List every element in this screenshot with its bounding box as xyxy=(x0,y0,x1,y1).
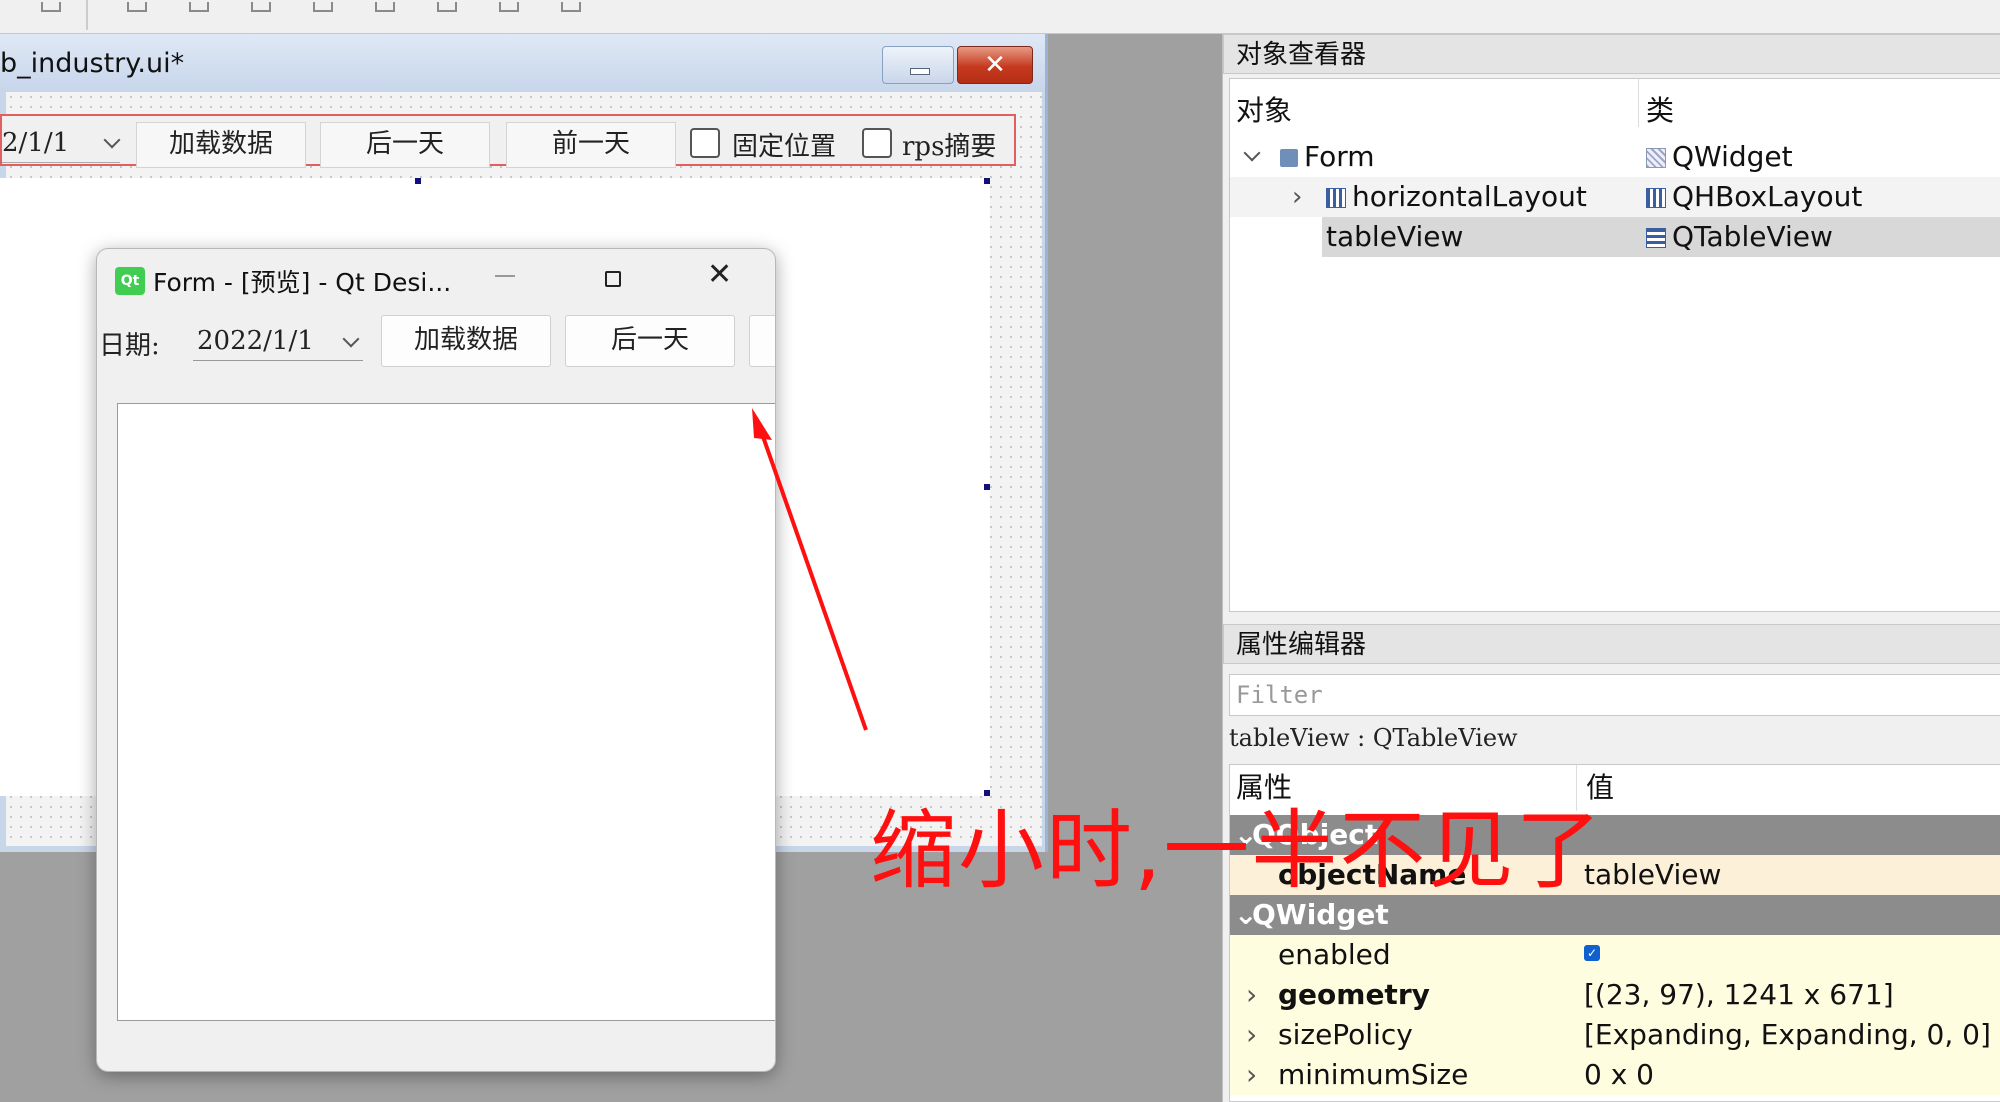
resize-handle[interactable] xyxy=(984,178,990,184)
property-label: minimumSize xyxy=(1278,1058,1469,1091)
form-icon xyxy=(1280,149,1298,167)
layout-splitter-h-icon[interactable] xyxy=(250,0,272,12)
enabled-checkbox[interactable]: ✓ xyxy=(1584,945,1600,961)
tree-row-horizontal-layout[interactable]: › horizontalLayout QHBoxLayout xyxy=(1230,177,2000,217)
close-icon: ✕ xyxy=(984,50,1006,80)
tree-row-table-view[interactable]: tableView QTableView xyxy=(1322,217,2000,257)
preview-maximize-button[interactable] xyxy=(605,271,621,287)
qt-logo-icon: Qt xyxy=(115,267,145,295)
preview-date-edit[interactable]: 2022/1/1 xyxy=(193,321,363,361)
adjust-size-icon[interactable] xyxy=(560,0,582,12)
tree-object-name: tableView xyxy=(1326,220,1464,253)
property-row-size-policy[interactable]: › sizePolicy [Expanding, Expanding, 0, 0… xyxy=(1230,1015,2000,1055)
chevron-down-icon xyxy=(103,131,121,149)
resize-handle[interactable] xyxy=(984,484,990,490)
load-data-button[interactable]: 加载数据 xyxy=(136,122,306,168)
tree-object-name: Form xyxy=(1304,140,1375,173)
save-icon[interactable] xyxy=(40,0,62,12)
property-filter-input[interactable]: Filter xyxy=(1229,674,2000,716)
property-label: geometry xyxy=(1278,978,1430,1011)
prev-day-button[interactable]: 前一天 xyxy=(506,122,676,168)
chevron-right-icon[interactable]: › xyxy=(1246,1015,1257,1055)
preview-load-data-button[interactable]: 加载数据 xyxy=(381,315,551,367)
property-value[interactable]: 0 x 0 xyxy=(1584,1055,1654,1095)
tree-object-class: QWidget xyxy=(1672,140,1793,173)
tree-object-class: QHBoxLayout xyxy=(1672,180,1863,213)
preview-prev-day-button-clipped[interactable] xyxy=(749,315,775,367)
designer-titlebar: b_industry.ui* ✕ xyxy=(0,34,1045,88)
break-layout-icon[interactable] xyxy=(498,0,520,12)
toolbar-divider xyxy=(86,0,88,30)
widget-icon xyxy=(1646,148,1666,168)
property-editor-header: 属性编辑器 xyxy=(1223,624,2000,664)
chevron-right-icon[interactable]: › xyxy=(1292,177,1302,217)
preview-next-day-button[interactable]: 后一天 xyxy=(565,315,735,367)
next-day-button[interactable]: 后一天 xyxy=(320,122,490,168)
chevron-down-icon xyxy=(342,330,360,348)
property-value[interactable]: [(23, 97), 1241 x 671] xyxy=(1584,975,1894,1015)
right-dock: 对象查看器 对象 类 Form QWidget › horizontalLayo… xyxy=(1222,34,2000,1102)
column-header-class[interactable]: 类 xyxy=(1646,89,1674,129)
property-row-enabled[interactable]: enabled ✓ xyxy=(1230,935,2000,975)
rps-summary-label: rps摘要 xyxy=(902,132,997,162)
object-inspector-tree: 对象 类 Form QWidget › horizontalLayout QHB… xyxy=(1229,78,2000,612)
object-inspector-header: 对象查看器 xyxy=(1223,34,2000,74)
designer-title: b_industry.ui* xyxy=(0,48,185,79)
annotation-text: 缩小时,一半不见了 xyxy=(870,801,1604,901)
hbox-layout-icon xyxy=(1326,188,1346,208)
main-toolbar xyxy=(0,0,2000,34)
column-header-object[interactable]: 对象 xyxy=(1236,89,1292,129)
property-row-geometry[interactable]: › geometry [(23, 97), 1241 x 671] xyxy=(1230,975,2000,1015)
layout-grid-icon[interactable] xyxy=(374,0,396,12)
property-label: enabled xyxy=(1278,938,1391,971)
property-value[interactable]: tableView xyxy=(1584,855,1721,895)
preview-table-view[interactable] xyxy=(117,403,775,1021)
layout-vertical-icon[interactable] xyxy=(188,0,210,12)
fixed-position-checkbox[interactable] xyxy=(690,128,720,158)
date-value: 2022/1/1 xyxy=(197,326,314,356)
layout-form-icon[interactable] xyxy=(436,0,458,12)
date-label: 日期: xyxy=(99,331,160,361)
property-row-minimum-size[interactable]: › minimumSize 0 x 0 xyxy=(1230,1055,2000,1095)
form-horizontal-layout[interactable]: 2/1/1 加载数据 后一天 前一天 固定位置 rps摘要 xyxy=(0,114,1016,168)
preview-title: Form - [预览] - Qt Desi... xyxy=(153,268,452,297)
rps-summary-checkbox[interactable] xyxy=(862,128,892,158)
preview-close-button[interactable]: ✕ xyxy=(707,257,732,292)
date-value: 2/1/1 xyxy=(2,128,70,158)
preview-window: Qt Form - [预览] - Qt Desi... ✕ 日期: 2022/1… xyxy=(96,248,776,1072)
fixed-position-label: 固定位置 xyxy=(732,132,837,162)
property-class-line: tableView : QTableView xyxy=(1229,724,1518,752)
layout-horizontal-icon[interactable] xyxy=(126,0,148,12)
layout-splitter-v-icon[interactable] xyxy=(312,0,334,12)
close-button[interactable]: ✕ xyxy=(957,46,1033,84)
resize-handle[interactable] xyxy=(415,178,421,184)
preview-minimize-button[interactable] xyxy=(495,275,515,277)
tree-object-class: QTableView xyxy=(1672,220,1833,253)
minimize-icon xyxy=(910,68,930,75)
chevron-right-icon[interactable]: › xyxy=(1246,975,1257,1015)
chevron-down-icon[interactable] xyxy=(1243,144,1261,162)
tree-row-form[interactable]: Form QWidget xyxy=(1230,137,2000,177)
property-label: sizePolicy xyxy=(1278,1018,1413,1051)
chevron-right-icon[interactable]: › xyxy=(1246,1055,1257,1095)
tree-object-name: horizontalLayout xyxy=(1352,180,1587,213)
property-value[interactable]: [Expanding, Expanding, 0, 0] xyxy=(1584,1015,1991,1055)
hbox-layout-icon xyxy=(1646,188,1666,208)
table-view-icon xyxy=(1646,228,1666,248)
close-icon: ✕ xyxy=(707,257,733,292)
date-edit[interactable]: 2/1/1 xyxy=(2,124,121,163)
minimize-button[interactable] xyxy=(882,46,954,84)
column-divider xyxy=(1638,79,1639,127)
